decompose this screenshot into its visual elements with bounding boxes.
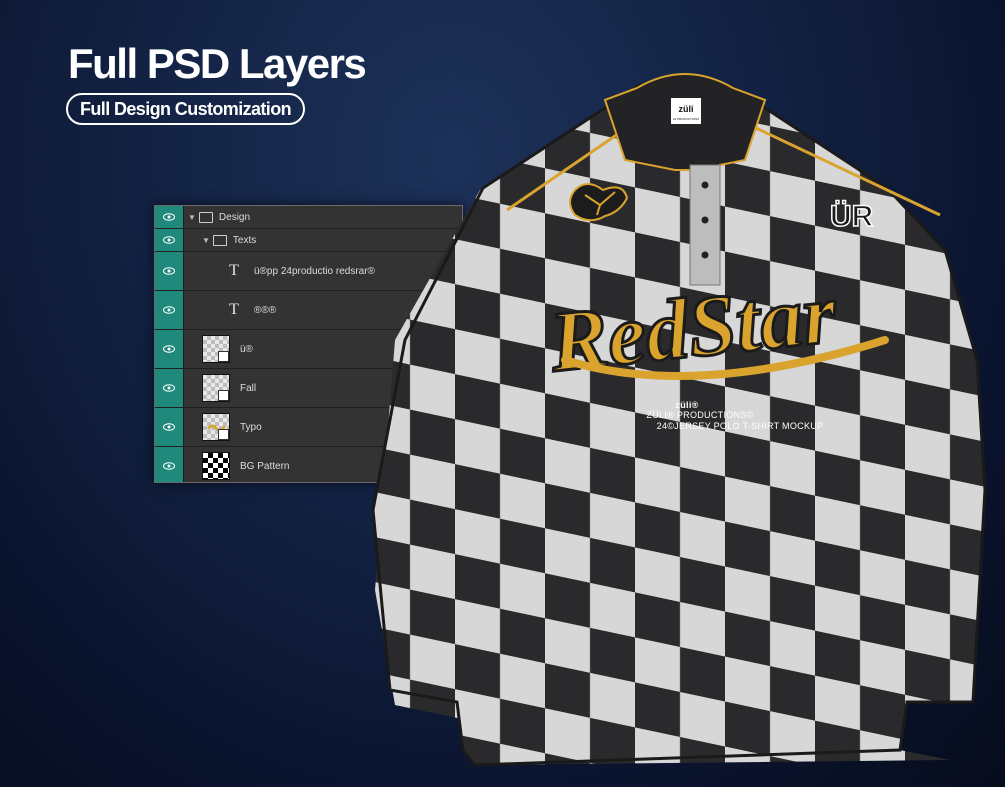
- text-layer-icon: T: [229, 262, 239, 279]
- visibility-eye-icon[interactable]: [155, 330, 184, 368]
- folder-icon: [212, 234, 227, 246]
- layer-name: Fall: [240, 382, 257, 394]
- layer-name: ®®®: [254, 304, 277, 316]
- layer-thumbnail: [202, 413, 230, 441]
- chevron-down-icon[interactable]: ▼: [202, 236, 210, 245]
- shirt-line-1: ZÜLI® PRODUCTIONS©: [646, 410, 753, 420]
- layer-name: BG Pattern: [240, 460, 290, 472]
- visibility-eye-icon[interactable]: [155, 229, 184, 251]
- text-layer-icon: T: [229, 301, 239, 318]
- layer-thumbnail: [202, 374, 230, 402]
- chevron-down-icon[interactable]: ▼: [188, 213, 196, 222]
- shirt-brand-text: züli®: [675, 400, 698, 410]
- layer-name: Design: [218, 211, 251, 223]
- smart-object-icon: [218, 351, 229, 362]
- headline: Full PSD Layers: [68, 40, 367, 87]
- visibility-eye-icon[interactable]: [155, 369, 184, 407]
- folder-icon: [198, 211, 213, 223]
- visibility-eye-icon[interactable]: [155, 447, 184, 482]
- ur-badge: ÜR: [829, 199, 874, 234]
- collar-label-sub: 24 PRODUCTIONS: [673, 117, 699, 121]
- shirt-line-2: 24©JERSEY POLO T-SHIRT MOCKUP: [657, 421, 824, 431]
- visibility-eye-icon[interactable]: [155, 408, 184, 446]
- visibility-eye-icon[interactable]: [155, 206, 184, 228]
- layer-thumbnail: [202, 335, 230, 363]
- button-icon: [701, 181, 709, 189]
- button-icon: [701, 216, 709, 224]
- svg-text:ÜR: ÜR: [830, 200, 874, 233]
- smart-object-icon: [218, 429, 229, 440]
- layer-name: ü®: [240, 343, 253, 355]
- button-icon: [701, 251, 709, 259]
- polo-shirt-mockup: züli 24 PRODUCTIONS ÜR RedStar züli® ZÜL…: [371, 73, 987, 767]
- layer-name: Typo: [240, 421, 262, 433]
- layer-name: Texts: [232, 234, 257, 246]
- subtitle-pill-label: Full Design Customization: [80, 99, 292, 119]
- layer-thumbnail: [202, 452, 230, 480]
- layer-name: ü®pp 24productio redsrar®: [254, 265, 375, 277]
- collar-label-brand: züli: [679, 104, 694, 114]
- subtitle-pill: Full Design Customization: [66, 93, 306, 125]
- visibility-eye-icon[interactable]: [155, 252, 184, 290]
- smart-object-icon: [218, 390, 229, 401]
- visibility-eye-icon[interactable]: [155, 291, 184, 329]
